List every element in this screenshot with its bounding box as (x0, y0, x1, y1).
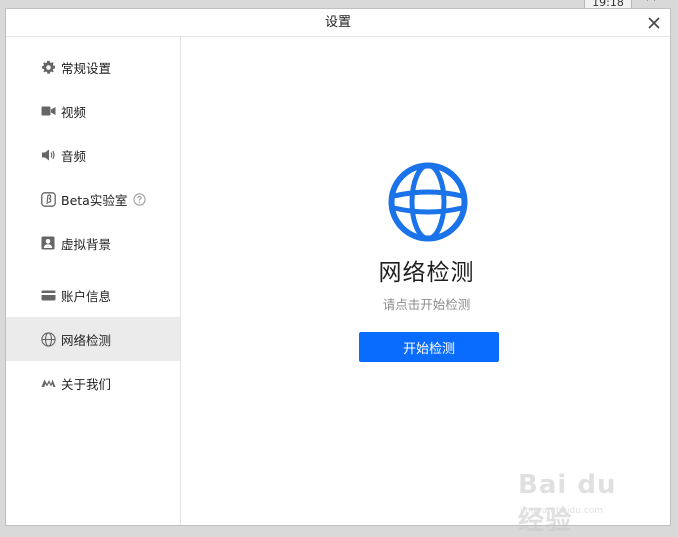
sidebar-item-audio[interactable]: 音频 (6, 133, 180, 177)
sidebar-item-label: 常规设置 (61, 60, 112, 76)
sidebar-item-virtual-background[interactable]: 虚拟背景 (6, 221, 180, 265)
close-button[interactable] (644, 13, 664, 33)
watermark-url: jingyan.baidu.com (520, 506, 604, 516)
sidebar-item-label: 网络检测 (61, 332, 112, 348)
background-corner-icon: ⌜⌝ (646, 0, 656, 8)
page-title: 网络检测 (378, 260, 475, 286)
sidebar-item-label: Beta实验室 (61, 192, 128, 208)
globe-icon (388, 162, 468, 242)
settings-window: 设置 常规设置 视频 音频 Beta实验室 虚拟背景 账户信息 网络检测 关于我… (5, 8, 671, 526)
window-title: 设置 (324, 15, 351, 30)
sidebar-item-account-info[interactable]: 账户信息 (6, 273, 180, 317)
sidebar-item-network-test[interactable]: 网络检测 (6, 317, 180, 361)
network-test-panel: 网络检测 请点击开始检测 开始检测 (181, 37, 670, 525)
logo-icon (40, 375, 56, 391)
sidebar-item-label: 音频 (61, 148, 87, 164)
video-camera-icon (40, 103, 56, 119)
settings-sidebar: 常规设置 视频 音频 Beta实验室 虚拟背景 账户信息 网络检测 关于我们 (6, 37, 181, 525)
sidebar-item-label: 关于我们 (61, 376, 112, 392)
gear-icon (40, 59, 56, 75)
beta-icon (40, 191, 56, 207)
globe-icon (40, 331, 56, 347)
page-subtitle: 请点击开始检测 (382, 297, 471, 312)
baidu-jingyan-watermark: Bai du 经验 jingyan.baidu.com (518, 456, 653, 536)
sidebar-item-about[interactable]: 关于我们 (6, 361, 180, 405)
speaker-icon (40, 147, 56, 163)
sidebar-item-label: 账户信息 (61, 288, 112, 304)
start-test-button[interactable]: 开始检测 (359, 332, 499, 362)
close-icon (648, 17, 660, 29)
portrait-icon (40, 235, 56, 251)
sidebar-item-label: 虚拟背景 (61, 236, 112, 252)
sidebar-item-label: 视频 (61, 104, 87, 120)
sidebar-item-beta-lab[interactable]: Beta实验室 (6, 177, 180, 221)
title-bar: 设置 (6, 9, 670, 37)
sidebar-item-general[interactable]: 常规设置 (6, 45, 180, 89)
card-icon (40, 287, 56, 303)
sidebar-item-video[interactable]: 视频 (6, 89, 180, 133)
watermark-text: Bai du 经验 (518, 470, 617, 536)
question-circle-icon[interactable] (133, 192, 146, 206)
